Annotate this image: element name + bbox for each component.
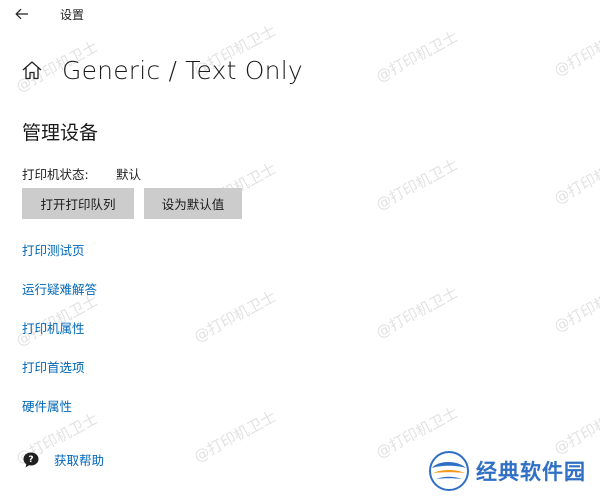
site-logo: 经典软件园: [428, 450, 586, 492]
page-header: Generic / Text Only: [20, 52, 303, 88]
watermark-text: @打印机卫士: [190, 407, 279, 466]
back-button[interactable]: [8, 2, 36, 26]
print-test-page-link[interactable]: 打印测试页: [22, 240, 85, 259]
title-bar: 设置: [0, 0, 600, 30]
watermark-text: @打印机卫士: [550, 277, 600, 336]
printer-properties-link[interactable]: 打印机属性: [22, 318, 85, 337]
site-logo-text: 经典软件园: [476, 460, 586, 484]
window-title: 设置: [60, 8, 85, 22]
home-icon[interactable]: [20, 58, 44, 82]
watermark-text: @打印机卫士: [190, 287, 279, 346]
status-label: 打印机状态:: [22, 167, 89, 182]
set-default-button[interactable]: 设为默认值: [144, 188, 242, 219]
run-troubleshooter-link[interactable]: 运行疑难解答: [22, 279, 97, 298]
site-logo-icon: [429, 451, 469, 491]
watermark-text: @打印机卫士: [372, 283, 461, 342]
hardware-properties-link[interactable]: 硬件属性: [22, 396, 72, 415]
action-buttons: 打开打印队列 设为默认值: [22, 188, 242, 219]
section-title: 管理设备: [22, 122, 99, 144]
get-help-link[interactable]: 获取帮助: [54, 450, 104, 469]
page-title: Generic / Text Only: [62, 55, 303, 85]
printing-preferences-link[interactable]: 打印首选项: [22, 357, 85, 376]
watermark-text: @打印机卫士: [372, 27, 461, 86]
watermark-text: @打印机卫士: [550, 149, 600, 208]
watermark-text: @打印机卫士: [372, 155, 461, 214]
help-chat-icon: ?: [22, 451, 40, 469]
svg-text:?: ?: [28, 455, 33, 465]
get-help-row[interactable]: ? 获取帮助: [22, 450, 104, 469]
status-value: 默认: [116, 167, 142, 182]
printer-status: 打印机状态: 默认: [22, 164, 141, 183]
open-print-queue-button[interactable]: 打开打印队列: [22, 188, 134, 219]
arrow-left-icon: [15, 8, 28, 20]
